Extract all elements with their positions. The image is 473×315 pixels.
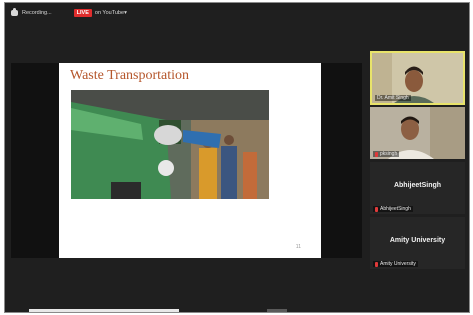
- truck-loading-image: [71, 90, 269, 199]
- participant-tile[interactable]: Amity University Amity University: [370, 217, 465, 269]
- participant-name-tag: Dr. Amit Singh: [375, 95, 411, 101]
- participant-name: AbhijeetSingh: [380, 206, 411, 212]
- mic-muted-icon: [375, 261, 378, 267]
- participant-name-tag: Amity University: [373, 261, 418, 267]
- presentation-slide: Waste Transportation 11: [59, 63, 321, 258]
- participant-tile-active[interactable]: Dr. Amit Singh: [370, 51, 465, 105]
- participant-name-tag: pksingh: [373, 151, 400, 157]
- slide-page-number: 11: [295, 244, 301, 250]
- participant-display-name: Amity University: [389, 237, 446, 244]
- participant-name: Amity University: [380, 261, 416, 267]
- participant-tile[interactable]: pksingh: [370, 107, 465, 159]
- live-badge: LIVE: [73, 9, 92, 17]
- bottom-toolbar: [5, 308, 469, 312]
- participant-tile[interactable]: AbhijeetSingh AbhijeetSingh: [370, 162, 465, 214]
- toolbar-button[interactable]: [267, 309, 287, 312]
- screen-share-area: Waste Transportation 11: [11, 63, 362, 258]
- meeting-window: Recording... LIVE on YouTube ▾ Waste Tra…: [4, 2, 470, 313]
- slide-title: Waste Transportation: [70, 68, 190, 83]
- top-toolbar: Recording... LIVE on YouTube ▾: [5, 3, 469, 23]
- garbage-truck-photo: [71, 90, 269, 199]
- chevron-down-icon[interactable]: ▾: [124, 10, 127, 16]
- mic-muted-icon: [375, 206, 378, 212]
- mic-muted-icon: [375, 151, 378, 157]
- recording-icon: [11, 8, 18, 16]
- participant-name-tag: AbhijeetSingh: [373, 206, 413, 212]
- toolbar-button[interactable]: [29, 309, 179, 312]
- participant-display-name: AbhijeetSingh: [393, 182, 442, 189]
- participant-name: Dr. Amit Singh: [377, 95, 409, 101]
- youtube-stream-dropdown[interactable]: on YouTube: [95, 10, 124, 16]
- participant-name: pksingh: [380, 151, 398, 157]
- recording-status[interactable]: Recording...: [22, 10, 52, 16]
